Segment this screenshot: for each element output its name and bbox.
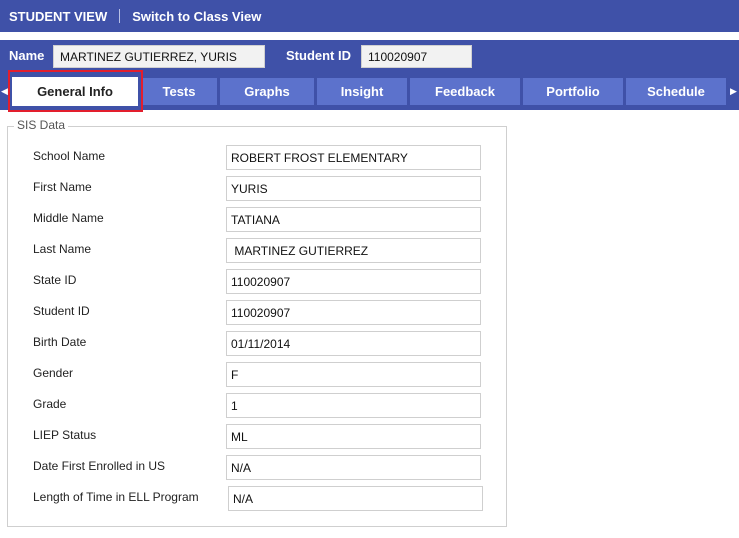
divider <box>119 9 121 23</box>
sis-data-legend: SIS Data <box>14 118 69 132</box>
top-bar: STUDENT VIEW Switch to Class View <box>0 0 739 32</box>
state-id-label: State ID <box>33 273 77 287</box>
tab-portfolio[interactable]: Portfolio <box>523 78 623 105</box>
name-field: MARTINEZ GUTIERREZ, YURIS <box>53 45 265 68</box>
liep-status-label: LIEP Status <box>33 428 97 442</box>
tab-feedback[interactable]: Feedback <box>410 78 520 105</box>
tab-strip: ◀ General Info Tests Graphs Insight Feed… <box>0 72 739 110</box>
date-first-enrolled-field[interactable]: N/A <box>226 455 481 480</box>
switch-to-class-view-link[interactable]: Switch to Class View <box>132 9 261 24</box>
first-name-field[interactable]: YURIS <box>226 176 481 201</box>
ell-program-time-field[interactable]: N/A <box>228 486 483 511</box>
gender-field[interactable]: F <box>226 362 481 387</box>
student-id-label: Student ID <box>286 48 351 63</box>
scroll-left-icon[interactable]: ◀ <box>1 84 8 98</box>
middle-name-label: Middle Name <box>33 211 104 225</box>
ell-program-time-label: Length of Time in ELL Program <box>33 490 199 504</box>
student-id-row-label: Student ID <box>33 304 90 318</box>
last-name-label: Last Name <box>33 242 92 256</box>
grade-label: Grade <box>33 397 67 411</box>
liep-status-field[interactable]: ML <box>226 424 481 449</box>
tab-schedule[interactable]: Schedule <box>626 78 726 105</box>
student-id-row-field[interactable]: 110020907 <box>226 300 481 325</box>
school-name-label: School Name <box>33 149 106 163</box>
date-first-enrolled-label: Date First Enrolled in US <box>33 459 166 473</box>
school-name-field[interactable]: ROBERT FROST ELEMENTARY <box>226 145 481 170</box>
grade-field[interactable]: 1 <box>226 393 481 418</box>
middle-name-field[interactable]: TATIANA <box>226 207 481 232</box>
gender-label: Gender <box>33 366 74 380</box>
student-id-field: 110020907 <box>361 45 472 68</box>
tab-tests[interactable]: Tests <box>141 78 217 105</box>
tab-graphs[interactable]: Graphs <box>220 78 314 105</box>
birth-date-field[interactable]: 01/11/2014 <box>226 331 481 356</box>
name-label: Name <box>9 48 45 63</box>
tab-insight[interactable]: Insight <box>317 78 407 105</box>
view-title: STUDENT VIEW <box>9 8 108 24</box>
state-id-field[interactable]: 110020907 <box>226 269 481 294</box>
last-name-field[interactable]: MARTINEZ GUTIERREZ <box>226 238 481 263</box>
student-info-bar: Name MARTINEZ GUTIERREZ, YURIS Student I… <box>0 40 739 72</box>
birth-date-label: Birth Date <box>33 335 87 349</box>
first-name-label: First Name <box>33 180 92 194</box>
tab-general-info[interactable]: General Info <box>12 77 138 106</box>
scroll-right-icon[interactable]: ▶ <box>730 84 737 98</box>
